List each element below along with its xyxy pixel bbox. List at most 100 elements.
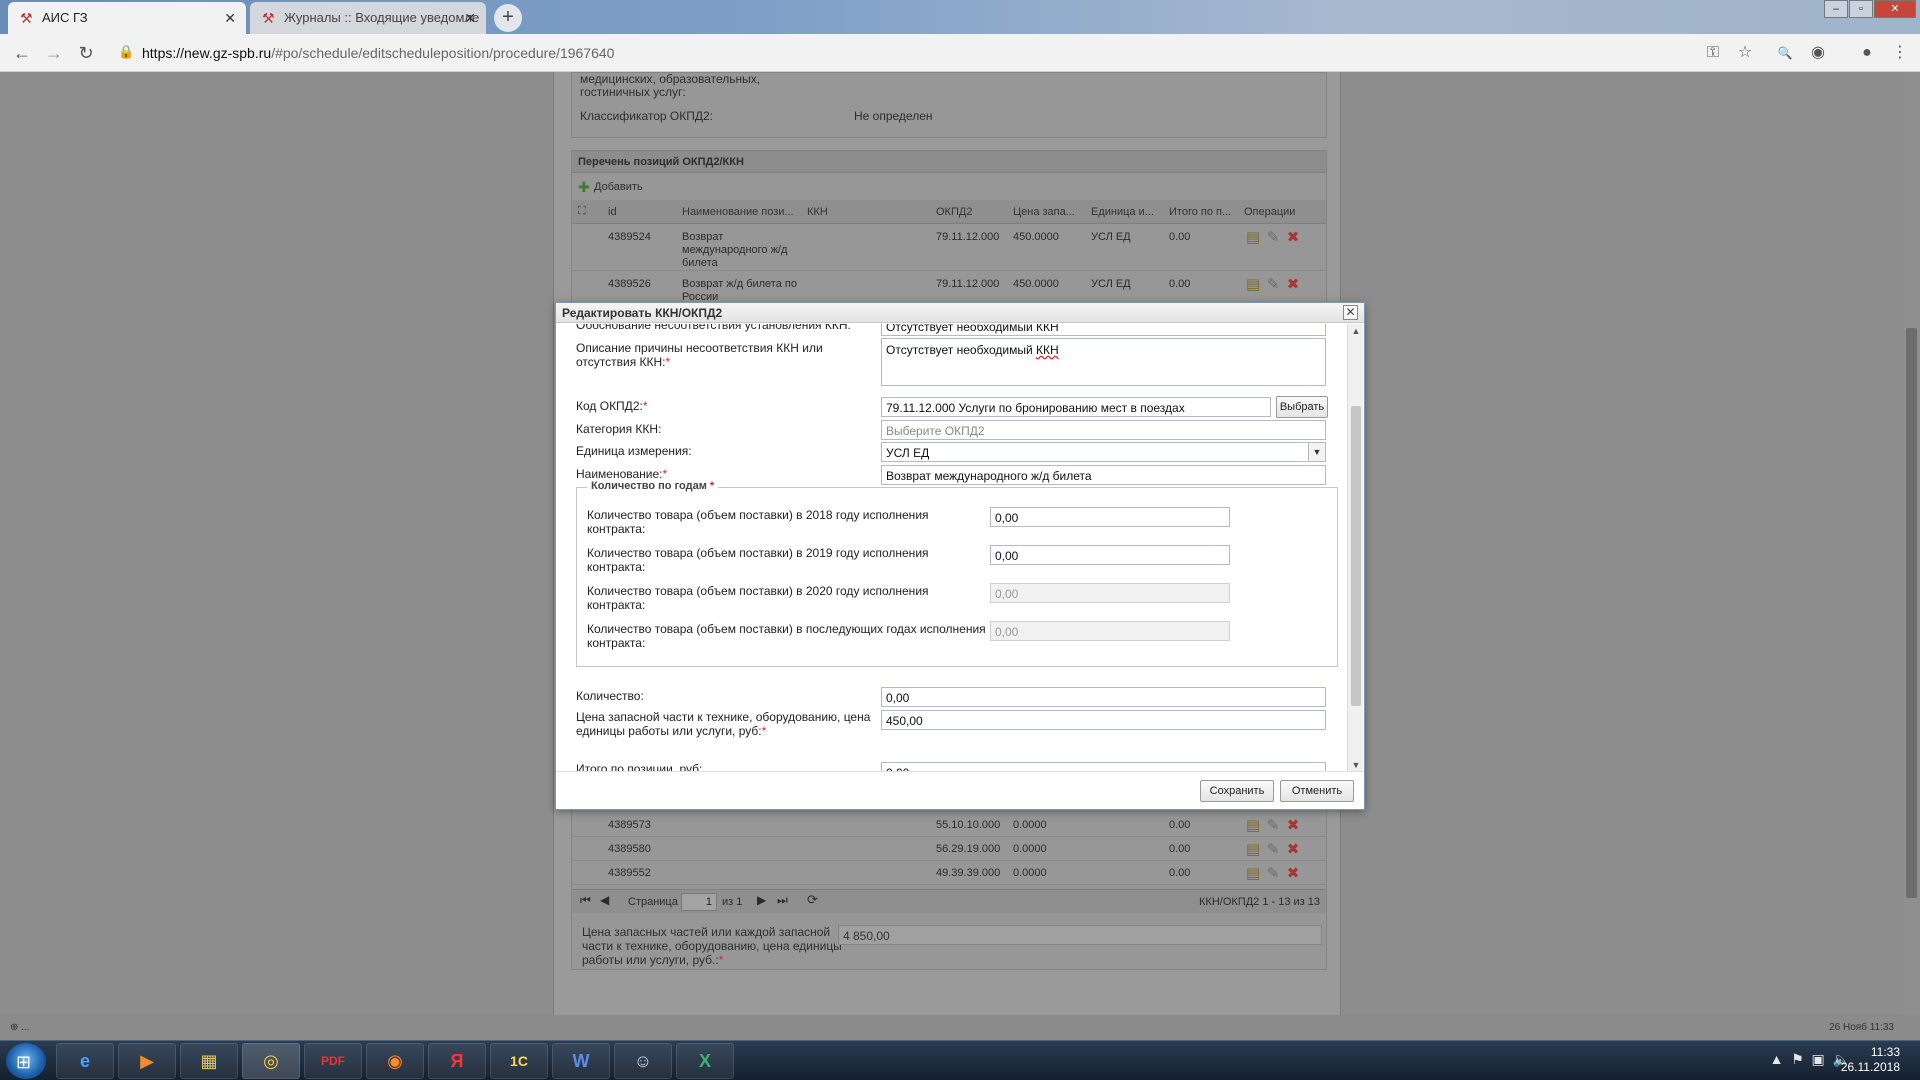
edit-pencil-icon[interactable]: ✎ bbox=[1264, 229, 1282, 247]
choose-okpd2-button[interactable]: Выбрать bbox=[1276, 396, 1328, 418]
qty-2018-input[interactable]: 0,00 bbox=[990, 507, 1230, 527]
account-icon[interactable]: ● bbox=[1857, 43, 1877, 63]
view-icon[interactable]: ▤ bbox=[1244, 229, 1262, 247]
dialog-scrollbar[interactable]: ▲ ▼ bbox=[1347, 324, 1363, 772]
page-number-input[interactable]: 1 bbox=[681, 893, 717, 911]
close-window-button[interactable]: ✕ bbox=[1874, 0, 1916, 18]
omnibox[interactable]: 🔒 https://new.gz-spb.ru/#po/schedule/edi… bbox=[110, 39, 1760, 67]
table-row[interactable]: 4389524 Возврат международного ж/д билет… bbox=[572, 225, 1326, 271]
edit-pencil-icon[interactable]: ✎ bbox=[1264, 841, 1282, 859]
1c-icon[interactable]: 1С bbox=[490, 1043, 548, 1079]
delete-x-icon[interactable]: ✖ bbox=[1284, 865, 1302, 883]
unit-price-input[interactable]: 450,00 bbox=[881, 710, 1326, 730]
dialog-footer: Сохранить Отменить bbox=[556, 771, 1364, 809]
tab-close-icon[interactable]: ✕ bbox=[464, 2, 476, 34]
delete-x-icon[interactable]: ✖ bbox=[1284, 841, 1302, 859]
edit-pencil-icon[interactable]: ✎ bbox=[1264, 276, 1282, 294]
delete-x-icon[interactable]: ✖ bbox=[1284, 229, 1302, 247]
cancel-button[interactable]: Отменить bbox=[1280, 780, 1354, 802]
save-button[interactable]: Сохранить bbox=[1200, 780, 1274, 802]
app-user-icon[interactable]: ☺ bbox=[614, 1043, 672, 1079]
close-icon[interactable]: ✕ bbox=[1343, 305, 1358, 320]
table-row[interactable]: 4389552 49.39.39.000 0.0000 0.00 ▤ ✎ ✖ bbox=[572, 861, 1326, 885]
grid-header-row: ⛶ id Наименование пози... ККН ОКПД2 Цена… bbox=[572, 200, 1326, 224]
scroll-thumb[interactable] bbox=[1351, 406, 1361, 706]
page-label: Страница bbox=[628, 896, 678, 908]
tab-journals[interactable]: ⚒ Журналы :: Входящие уведомле ✕ bbox=[250, 2, 486, 34]
view-icon[interactable]: ▤ bbox=[1244, 865, 1262, 883]
edit-pencil-icon[interactable]: ✎ bbox=[1264, 865, 1282, 883]
col-name[interactable]: Наименование пози... bbox=[682, 206, 794, 218]
chrome-icon[interactable]: ◎ bbox=[242, 1043, 300, 1079]
delete-x-icon[interactable]: ✖ bbox=[1284, 276, 1302, 294]
action-center-flag-icon[interactable]: ⚑ bbox=[1791, 1051, 1804, 1067]
row-operations: ▤ ✎ ✖ bbox=[1244, 817, 1314, 835]
quantity-by-years-legend: Количество по годам * bbox=[587, 480, 719, 492]
firefox-icon[interactable]: ◉ bbox=[366, 1043, 424, 1079]
zoom-icon[interactable]: 🔍 bbox=[1775, 43, 1795, 63]
table-row[interactable]: 4389573 55.10.10.000 0.0000 0.00 ▤ ✎ ✖ bbox=[572, 813, 1326, 837]
page-scrollbar[interactable] bbox=[1903, 72, 1920, 1015]
scroll-up-icon[interactable]: ▲ bbox=[1348, 324, 1364, 338]
tab-ais-gz[interactable]: ⚒ АИС ГЗ ✕ bbox=[8, 2, 246, 34]
pdf-reader-icon[interactable]: PDF bbox=[304, 1043, 362, 1079]
word-icon[interactable]: W bbox=[552, 1043, 610, 1079]
col-total[interactable]: Итого по п... bbox=[1169, 206, 1231, 218]
tray-arrow-icon[interactable]: ▲ bbox=[1770, 1051, 1784, 1067]
clock-date: 26.11.2018 bbox=[1840, 1060, 1900, 1074]
lock-icon: 🔒 bbox=[118, 44, 135, 59]
scroll-down-icon[interactable]: ▼ bbox=[1348, 758, 1364, 772]
start-button[interactable]: ⊞ bbox=[6, 1043, 46, 1079]
col-id[interactable]: id bbox=[608, 206, 617, 218]
chevron-down-icon[interactable]: ▼ bbox=[1308, 443, 1325, 461]
name-input[interactable]: Возврат международного ж/д билета bbox=[881, 465, 1326, 485]
col-price[interactable]: Цена запа... bbox=[1013, 206, 1075, 218]
internet-explorer-icon[interactable]: e bbox=[56, 1043, 114, 1079]
col-kkn[interactable]: ККН bbox=[807, 206, 828, 218]
extension-icon[interactable]: ◉ bbox=[1808, 43, 1828, 63]
file-explorer-icon[interactable]: ▦ bbox=[180, 1043, 238, 1079]
menu-kebab-icon[interactable]: ⋮ bbox=[1890, 43, 1910, 63]
key-icon[interactable]: ⚿ bbox=[1703, 43, 1723, 63]
next-page-icon[interactable]: ▶ bbox=[757, 894, 766, 907]
okpd2-code-input[interactable]: 79.11.12.000 Услуги по бронированию мест… bbox=[881, 397, 1271, 417]
site-favicon-icon: ⚒ bbox=[262, 10, 275, 26]
col-okpd2[interactable]: ОКПД2 bbox=[936, 206, 972, 218]
network-icon[interactable]: ▣ bbox=[1812, 1051, 1825, 1067]
unit-select[interactable]: УСЛ ЕД ▼ bbox=[881, 442, 1326, 462]
qty-2018-label: Количество товара (объем поставки) в 201… bbox=[587, 508, 929, 536]
col-unit[interactable]: Единица и... bbox=[1091, 206, 1154, 218]
edit-pencil-icon[interactable]: ✎ bbox=[1264, 817, 1282, 835]
view-icon[interactable]: ▤ bbox=[1244, 817, 1262, 835]
tab-close-icon[interactable]: ✕ bbox=[224, 2, 236, 34]
excel-icon[interactable]: X bbox=[676, 1043, 734, 1079]
back-arrow-icon[interactable]: ← bbox=[10, 41, 34, 65]
reload-icon[interactable]: ↻ bbox=[74, 41, 98, 65]
filter-icon[interactable]: ⛶ bbox=[578, 205, 586, 218]
qty-later-input: 0,00 bbox=[990, 621, 1230, 641]
kkn-category-input[interactable]: Выберите ОКПД2 bbox=[881, 420, 1326, 440]
mismatch-reason-select[interactable]: Отсутствует необходимый ККН bbox=[881, 324, 1326, 336]
media-player-icon[interactable]: ▶ bbox=[118, 1043, 176, 1079]
qty-2019-input[interactable]: 0,00 bbox=[990, 545, 1230, 565]
maximize-window-button[interactable]: ▫ bbox=[1849, 0, 1873, 18]
spare-price-field[interactable]: 4 850,00 bbox=[838, 925, 1322, 945]
quantity-input[interactable]: 0,00 bbox=[881, 687, 1326, 707]
last-page-icon[interactable]: ⏭ bbox=[777, 894, 788, 907]
star-icon[interactable]: ☆ bbox=[1735, 43, 1755, 63]
table-row[interactable]: 4389580 56.29.19.000 0.0000 0.00 ▤ ✎ ✖ bbox=[572, 837, 1326, 861]
reason-description-textarea[interactable]: Отсутствует необходимый ККН bbox=[881, 338, 1326, 386]
unit-value: УСЛ ЕД bbox=[886, 446, 930, 460]
new-tab-button[interactable]: + bbox=[494, 4, 522, 32]
minimize-window-button[interactable]: – bbox=[1824, 0, 1848, 18]
delete-x-icon[interactable]: ✖ bbox=[1284, 817, 1302, 835]
prev-page-icon[interactable]: ◀ bbox=[600, 894, 609, 907]
first-page-icon[interactable]: ⏮ bbox=[580, 894, 591, 907]
view-icon[interactable]: ▤ bbox=[1244, 841, 1262, 859]
view-icon[interactable]: ▤ bbox=[1244, 276, 1262, 294]
refresh-icon[interactable]: ⟳ bbox=[807, 893, 818, 906]
forward-arrow-icon[interactable]: → bbox=[42, 41, 66, 65]
taskbar-clock[interactable]: 11:33 26.11.2018 bbox=[1841, 1045, 1900, 1075]
yandex-browser-icon[interactable]: Я bbox=[428, 1043, 486, 1079]
tab-title: Журналы :: Входящие уведомле bbox=[284, 10, 480, 25]
